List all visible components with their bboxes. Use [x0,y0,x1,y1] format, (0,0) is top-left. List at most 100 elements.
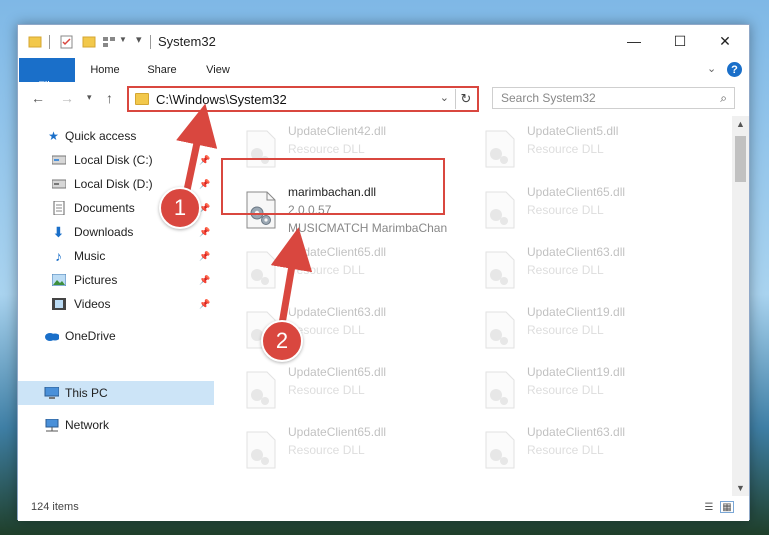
list-item[interactable]: UpdateClient5.dll Resource DLL [476,122,701,178]
minimize-button[interactable]: — [611,27,657,55]
folder-icon[interactable] [28,34,42,50]
file-description: Resource DLL [288,263,365,277]
sidebar-item-this-pc[interactable]: This PC [18,381,214,405]
ribbon-tabs: File Home Share View ⌄ ? [18,58,749,114]
scroll-thumb[interactable] [735,136,746,182]
sidebar-item-label: Local Disk (C:) [74,153,153,167]
pin-icon[interactable]: 📌 [199,299,210,310]
pictures-icon [51,273,66,287]
sidebar-item-label: Videos [74,297,111,311]
sidebar-item-music[interactable]: ♪ Music 📌 [18,244,214,268]
title-divider [49,35,50,49]
tiles-view-icon[interactable]: ▦ [720,501,734,513]
chevron-down-icon[interactable]: ⌄ [440,91,449,104]
vertical-scrollbar[interactable]: ▲ ▼ [732,116,749,496]
list-item[interactable]: UpdateClient65.dll Resource DLL [237,243,462,299]
video-icon [51,297,66,311]
search-icon[interactable]: ⌕ [720,91,727,106]
expand-ribbon-icon[interactable]: ⌄ [707,62,716,75]
file-name: UpdateClient65.dll [288,245,387,259]
address-bar[interactable]: C:\Windows\System32 ⌄ ↻ [127,86,479,112]
file-description: Resource DLL [527,142,604,156]
file-explorer-window: ▼ ▾ System32 — ☐ ✕ File Home Share View … [17,24,750,521]
sidebar-item-pictures[interactable]: Pictures 📌 [18,268,214,292]
file-description: Resource DLL [527,443,604,457]
pin-icon[interactable]: 📌 [199,275,210,286]
step-badge-1: 1 [159,187,201,229]
pin-icon[interactable]: 📌 [199,251,210,262]
dll-file-icon [246,371,276,409]
sidebar-item-label: Network [65,418,110,432]
list-item[interactable]: UpdateClient19.dll Resource DLL [476,363,701,419]
file-name: UpdateClient65.dll [288,365,387,379]
pin-icon[interactable]: 📌 [199,227,210,238]
file-description: Resource DLL [527,263,604,277]
file-name: UpdateClient19.dll [527,305,626,319]
document-icon [51,201,66,215]
scroll-down-icon[interactable]: ▼ [732,480,749,496]
file-name: UpdateClient19.dll [527,365,626,379]
scroll-up-icon[interactable]: ▲ [732,116,749,132]
sidebar-item-label: Music [74,249,106,263]
qa-customize-icon[interactable]: ▾ [136,33,142,49]
file-name: UpdateClient42.dll [288,124,387,138]
list-item[interactable]: UpdateClient65.dll Resource DLL [476,183,701,239]
refresh-icon[interactable]: ↻ [455,89,476,109]
list-item[interactable]: UpdateClient65.dll Resource DLL [237,363,462,419]
network-icon [44,418,59,432]
new-folder-icon[interactable] [82,34,96,50]
forward-arrow-icon[interactable]: → [60,90,74,106]
list-item[interactable]: UpdateClient19.dll Resource DLL [476,303,701,359]
status-bar: 124 items ☰ ▦ [18,496,749,521]
recent-dropdown-icon[interactable]: ▾ [87,92,92,103]
customize-icon[interactable] [102,34,116,50]
file-description: Resource DLL [527,203,604,217]
sidebar-item-label: Pictures [74,273,118,287]
qa-dropdown-icon[interactable]: ▼ [119,35,127,51]
sidebar-item-quick-access[interactable]: ★ Quick access [18,124,214,148]
dll-file-icon [485,311,515,349]
sidebar-item-network[interactable]: Network [18,413,214,437]
file-description: Resource DLL [288,383,365,397]
details-view-icon[interactable]: ☰ [702,501,716,513]
dll-file-icon [246,431,276,469]
title-bar: ▼ ▾ System32 — ☐ ✕ [18,25,749,58]
dll-file-icon [485,130,515,168]
dll-file-icon [485,431,515,469]
file-name: UpdateClient5.dll [527,124,619,138]
close-button[interactable]: ✕ [702,27,748,55]
search-input[interactable]: Search System32 ⌕ [492,87,735,109]
sidebar-item-label: OneDrive [65,329,116,343]
search-placeholder: Search System32 [501,91,596,105]
file-description: Resource DLL [527,383,604,397]
tab-home[interactable]: Home [80,58,130,82]
sidebar-item-label: Downloads [74,225,134,239]
pin-icon[interactable]: 📌 [199,179,210,190]
help-icon[interactable]: ? [727,62,742,77]
sidebar-item-label: This PC [65,386,108,400]
sidebar-item-label: Local Disk (D:) [74,177,153,191]
sidebar-item-label: Documents [74,201,135,215]
tab-view[interactable]: View [194,58,242,82]
sidebar-item-videos[interactable]: Videos 📌 [18,292,214,316]
back-arrow-icon[interactable]: ← [31,90,45,106]
list-item[interactable]: UpdateClient63.dll Resource DLL [476,243,701,299]
properties-icon[interactable] [60,34,74,50]
sidebar-item-onedrive[interactable]: OneDrive [18,324,214,348]
sidebar-item-label: Quick access [65,129,137,143]
list-item[interactable]: UpdateClient63.dll Resource DLL [476,423,701,479]
file-name: UpdateClient63.dll [288,305,387,319]
file-name: UpdateClient63.dll [527,245,626,259]
file-name: UpdateClient65.dll [527,185,626,199]
list-item[interactable]: UpdateClient65.dll Resource DLL [237,423,462,479]
file-description: Resource DLL [288,142,365,156]
download-icon: ⬇ [52,223,65,240]
pin-icon[interactable]: 📌 [199,155,210,166]
up-arrow-icon[interactable]: ↑ [106,90,113,106]
tab-share[interactable]: Share [136,58,188,82]
address-path[interactable]: C:\Windows\System32 [156,92,287,107]
maximize-button[interactable]: ☐ [657,27,703,55]
sidebar-item-local-disk-c[interactable]: Local Disk (C:) 📌 [18,148,214,172]
file-name: UpdateClient65.dll [288,425,387,439]
cloud-icon [44,329,59,343]
